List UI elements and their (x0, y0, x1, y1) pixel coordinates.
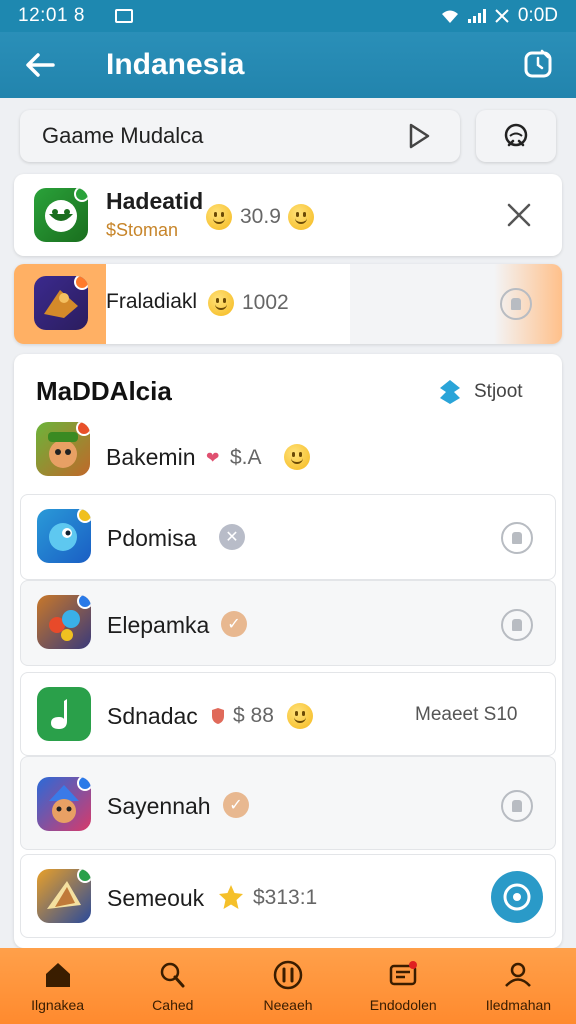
list-item-highlighted[interactable]: Fraladiakl 1002 (14, 264, 562, 344)
timer-button[interactable] (522, 48, 554, 80)
tab-messages[interactable]: Endodolen (346, 948, 461, 1024)
arrow-left-icon (26, 53, 55, 77)
tab-label: Ilgnakea (31, 997, 85, 1013)
tab-label: Cahed (152, 997, 194, 1013)
bottom-tab-bar: Ilgnakea Cahed Neeaeh Endodolen Iledmaha… (0, 948, 576, 1024)
close-icon[interactable] (506, 202, 532, 228)
list-item[interactable]: Hadeatid $Stoman 30.9 (14, 174, 562, 256)
back-button[interactable] (0, 32, 80, 98)
list-item[interactable]: Bakemin ❤ $.A (20, 416, 556, 494)
app-icon (34, 188, 88, 242)
app-extra: Meaeet S10 (415, 704, 518, 725)
star-icon (219, 885, 243, 909)
app-icon (36, 422, 90, 476)
list-item[interactable]: Semeouk $313:1 (20, 854, 556, 938)
lock-button[interactable] (500, 288, 532, 320)
wifi-icon (441, 10, 458, 23)
app-icon (37, 869, 91, 923)
lock-button[interactable] (501, 522, 533, 554)
lock-button[interactable] (501, 790, 533, 822)
app-icon (37, 509, 91, 563)
message-icon (389, 961, 418, 986)
app-icon (37, 687, 91, 741)
tab-profile[interactable]: Iledmahan (461, 948, 576, 1024)
app-price: 1002 (242, 291, 289, 314)
assistant-icon (504, 123, 528, 147)
smile-icon (288, 204, 314, 230)
close-badge-icon: ✕ (219, 524, 245, 550)
controller-icon (160, 962, 185, 988)
lock-button[interactable] (501, 609, 533, 641)
home-icon (45, 963, 70, 987)
tab-home[interactable]: Ilgnakea (0, 948, 115, 1024)
app-name: Pdomisa (107, 525, 197, 551)
app-price: $313:1 (253, 886, 318, 909)
app-name: Bakemin (106, 444, 196, 470)
status-bar: 12:01 8 0:0D (0, 0, 576, 32)
app-price: $ 88 (233, 704, 274, 727)
shield-icon (212, 708, 224, 724)
smile-icon (287, 703, 313, 729)
app-name: Sayennah (107, 793, 211, 819)
media-button[interactable] (491, 871, 543, 923)
app-bar: Indanesia (0, 32, 576, 98)
app-name: Fraladiakl (106, 290, 198, 313)
heart-icon: ❤ (206, 450, 220, 467)
section-title: MaDDAlcia (36, 376, 172, 406)
smile-icon (284, 444, 310, 470)
status-time: 12:01 8 (18, 5, 85, 26)
smile-icon (206, 204, 232, 230)
section-action[interactable]: Stjoot (436, 378, 523, 406)
tab-games[interactable]: Cahed (115, 948, 230, 1024)
list-item[interactable]: Elepamka ✓ (20, 580, 556, 666)
mute-icon (495, 9, 509, 23)
check-badge-icon: ✓ (223, 792, 249, 818)
app-icon (34, 276, 88, 330)
app-name: Sdnadac (107, 703, 198, 729)
tab-label: Iledmahan (485, 997, 552, 1013)
assistant-button[interactable] (476, 110, 556, 162)
search-bar[interactable]: Gaame Mudalca (20, 110, 460, 162)
list-item[interactable]: Sdnadac $ 88 Meaeet S10 (20, 672, 556, 756)
app-name: Hadeatid (106, 188, 204, 214)
tab-label: Endodolen (369, 997, 437, 1013)
check-badge-icon: ✓ (221, 611, 247, 637)
smile-icon (208, 290, 234, 316)
play-icon[interactable] (406, 122, 432, 150)
section-action-label: Stjoot (474, 381, 523, 402)
puzzle-icon (440, 380, 460, 404)
signal-icon (467, 9, 486, 23)
battery-text: 0:0D (517, 5, 558, 26)
app-icon (37, 777, 91, 831)
pause-icon (273, 960, 303, 990)
app-name: Semeouk (107, 885, 205, 911)
app-name: Elepamka (107, 612, 210, 638)
profile-icon (505, 962, 532, 987)
app-icon (37, 595, 91, 649)
app-tag: $Stoman (106, 220, 179, 240)
disc-icon (503, 883, 531, 911)
app-price: $.A (230, 446, 262, 469)
list-item[interactable]: Pdomisa ✕ (20, 494, 556, 580)
timer-icon (524, 49, 552, 78)
tab-pause[interactable]: Neeaeh (230, 948, 345, 1024)
page-title: Indanesia (106, 48, 245, 81)
search-input[interactable]: Gaame Mudalca (42, 123, 203, 149)
image-notification-icon (114, 9, 133, 23)
list-item[interactable]: Sayennah ✓ (20, 756, 556, 850)
app-price: 30.9 (240, 205, 281, 228)
tab-label: Neeaeh (263, 997, 313, 1013)
